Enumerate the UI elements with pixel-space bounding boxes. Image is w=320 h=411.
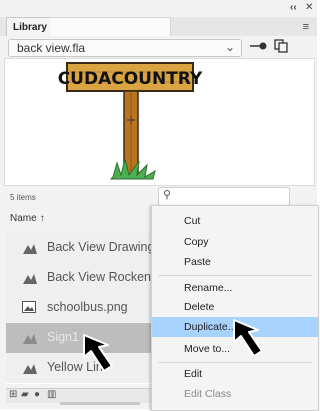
list-item[interactable]: Yellow Lin — [6, 353, 156, 384]
list-item-label: Back View Rocken — [47, 270, 151, 284]
delete-icon[interactable]: ▥ — [47, 389, 56, 400]
library-toolbar: ⊞ ▰ ● ▥ — [6, 388, 156, 403]
tab-library[interactable]: Library — [6, 17, 54, 37]
graphic-symbol-icon — [22, 361, 38, 378]
name-column-label: Name — [10, 213, 37, 224]
context-menu: Cut Copy Paste Rename... Delete Duplicat… — [151, 205, 319, 411]
menu-separator — [158, 362, 312, 363]
menu-item-edit[interactable]: Edit — [152, 364, 318, 384]
list-item[interactable]: Back View Drawing — [6, 233, 156, 264]
sign-illustration: CUDACOUNTRY — [58, 62, 203, 180]
library-item-list: Back View Drawing Back View Rocken schoo… — [6, 233, 156, 384]
document-name: back view.fla — [17, 41, 86, 55]
name-column-header[interactable]: Name ↑ — [10, 213, 45, 224]
close-icon[interactable]: ✕ — [305, 2, 313, 13]
bitmap-icon — [22, 301, 36, 316]
chevron-down-icon: ⌄ — [224, 40, 235, 54]
list-item[interactable]: Back View Rocken — [6, 263, 156, 294]
sort-ascending-icon: ↑ — [39, 213, 45, 224]
tab-row: Library ≡ — [0, 17, 317, 37]
menu-item-rename[interactable]: Rename... — [152, 278, 318, 298]
menu-item-delete[interactable]: Delete — [152, 297, 318, 317]
menu-item-copy[interactable]: Copy — [152, 232, 318, 252]
panel-title-bar: ‹‹ ✕ — [0, 0, 317, 17]
pointer-arrow-icon — [83, 334, 113, 372]
menu-item-edit-class: Edit Class — [184, 388, 232, 400]
document-select[interactable]: back view.fla ⌄ — [8, 39, 242, 57]
collapse-panel-icon[interactable]: ‹‹ — [290, 2, 297, 13]
properties-icon[interactable]: ● — [34, 389, 40, 400]
tab-empty — [50, 17, 171, 37]
list-item-label: schoolbus.png — [47, 300, 128, 314]
document-bar: back view.fla ⌄ — [0, 36, 317, 58]
list-item[interactable]: schoolbus.png — [6, 293, 156, 324]
new-folder-icon[interactable]: ▰ — [21, 389, 29, 400]
new-symbol-icon[interactable]: ⊞ — [9, 389, 17, 400]
graphic-symbol-icon — [22, 241, 38, 258]
search-icon: ⚲ — [163, 189, 172, 201]
pin-library-icon[interactable] — [250, 40, 268, 54]
list-item-selected[interactable]: Sign1 — [6, 323, 156, 354]
new-library-panel-icon[interactable] — [274, 39, 288, 56]
symbol-preview: CUDACOUNTRY — [4, 58, 315, 186]
graphic-symbol-icon — [22, 271, 38, 288]
sign-text: CUDACOUNTRY — [58, 69, 203, 89]
pointer-arrow-icon — [233, 319, 263, 357]
list-item-label: Back View Drawing — [47, 240, 155, 254]
list-item-label: Sign1 — [47, 330, 79, 344]
panel-menu-icon[interactable]: ≡ — [303, 21, 309, 33]
menu-item-cut[interactable]: Cut — [152, 211, 318, 231]
search-input[interactable]: ⚲ — [158, 187, 290, 206]
graphic-symbol-icon — [22, 331, 38, 348]
menu-item-paste[interactable]: Paste — [152, 252, 318, 272]
horizontal-scrollbar[interactable] — [60, 402, 140, 405]
menu-separator — [158, 275, 312, 276]
item-count: 5 items — [10, 193, 36, 202]
